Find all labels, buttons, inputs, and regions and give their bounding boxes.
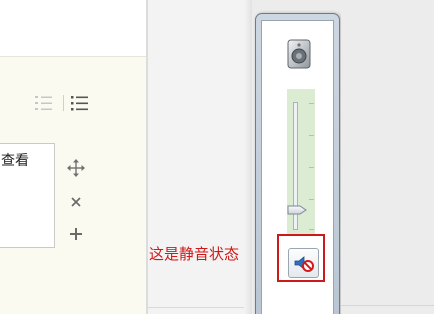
unordered-list-icon bbox=[71, 96, 88, 111]
move-button[interactable] bbox=[67, 159, 85, 177]
divider bbox=[148, 307, 250, 308]
slider-tick bbox=[309, 103, 314, 104]
toolbar-separator bbox=[63, 95, 64, 111]
move-icon bbox=[67, 159, 85, 177]
mute-button[interactable] bbox=[288, 248, 319, 278]
unordered-list-button[interactable] bbox=[71, 95, 89, 111]
divider bbox=[341, 305, 434, 306]
ordered-list-icon bbox=[35, 96, 52, 110]
muted-speaker-icon bbox=[294, 256, 314, 272]
slider-tick bbox=[309, 229, 314, 230]
content-card[interactable]: 查看 bbox=[0, 143, 55, 248]
plus-icon bbox=[70, 228, 82, 240]
slider-tick bbox=[309, 167, 314, 168]
annotation-label: 这是静音状态 bbox=[149, 245, 240, 263]
speaker-device-icon[interactable] bbox=[286, 39, 312, 69]
slider-tick bbox=[309, 199, 314, 200]
volume-mixer-body bbox=[261, 20, 334, 314]
add-button[interactable] bbox=[67, 225, 85, 243]
volume-slider-thumb[interactable] bbox=[287, 205, 307, 215]
window-shadow bbox=[244, 0, 252, 314]
slider-tick bbox=[309, 135, 314, 136]
editor-content-top bbox=[0, 0, 146, 56]
ordered-list-button[interactable] bbox=[35, 95, 53, 111]
background-panel bbox=[148, 0, 250, 314]
close-icon bbox=[71, 197, 81, 207]
background-panel bbox=[341, 0, 434, 314]
delete-button[interactable] bbox=[67, 193, 85, 211]
card-text: 查看 bbox=[1, 153, 29, 169]
volume-mixer-window bbox=[255, 13, 340, 314]
